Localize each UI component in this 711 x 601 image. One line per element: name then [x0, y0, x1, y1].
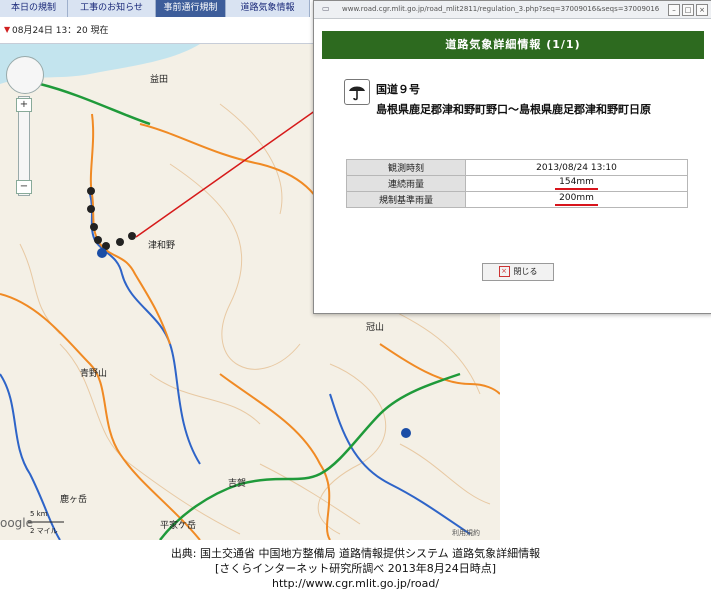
caption-line-2: [さくらインターネット研究所調べ 2013年8月24日時点] — [214, 562, 497, 575]
pan-control[interactable] — [6, 56, 44, 94]
popup-title: 道路気象詳細情報 (1/1) — [322, 31, 704, 59]
tab-today-regulation[interactable]: 本日の規制 — [0, 0, 68, 17]
map-label-heikegatake: 平家ケ岳 — [160, 521, 197, 531]
route-shield-icon — [401, 428, 411, 438]
tab-advance-regulation[interactable]: 事前通行規制 — [156, 0, 226, 17]
minimize-icon[interactable]: – — [668, 4, 680, 16]
map-label-masuda: 益田 — [150, 75, 169, 85]
observation-table: 観測時刻 2013/08/24 13:10 連続雨量 154mm 規制基準雨量 … — [346, 159, 688, 208]
scale-mi: 2 マイル — [30, 527, 58, 535]
tab-bar: 本日の規制 工事のお知らせ 事前通行規制 道路気象情報 — [0, 0, 310, 17]
umbrella-icon — [344, 79, 370, 105]
tab-construction-notice[interactable]: 工事のお知らせ — [68, 0, 156, 17]
window-controls: – □ × — [668, 4, 708, 16]
triangle-down-icon: ▼ — [4, 25, 11, 34]
timestamp-label: 08月24日 13：20 現在 — [12, 26, 109, 36]
address-url[interactable]: www.road.cgr.mlit.go.jp/road_mlit2811/re… — [342, 5, 659, 13]
regulation-rainfall-value: 200mm — [555, 193, 598, 206]
page-icon: ▭ — [322, 4, 330, 13]
table-row: 観測時刻 2013/08/24 13:10 — [346, 159, 688, 176]
close-button[interactable]: × 閉じる — [482, 263, 554, 281]
close-window-icon[interactable]: × — [696, 4, 708, 16]
observation-time-value: 2013/08/24 13:10 — [465, 159, 688, 176]
close-button-label: 閉じる — [513, 267, 538, 276]
terms-link[interactable]: 利用規約 — [452, 528, 480, 538]
address-bar[interactable]: ▭ www.road.cgr.mlit.go.jp/road_mlit2811/… — [314, 1, 711, 19]
map-label-aonoyama: 青野山 — [80, 369, 108, 379]
weather-detail-window: ▭ www.road.cgr.mlit.go.jp/road_mlit2811/… — [313, 0, 711, 314]
maximize-icon[interactable]: □ — [682, 4, 694, 16]
source-caption: 出典: 国土交通省 中国地方整備局 道路情報提供システム 道路気象詳細情報 [さ… — [0, 546, 711, 591]
map-label-yoshika: 吉賀 — [228, 479, 247, 489]
table-row: 連続雨量 154mm — [346, 175, 688, 192]
map-logo: oogle — [0, 516, 34, 530]
continuous-rainfall-label: 連続雨量 — [346, 175, 466, 192]
tab-road-weather[interactable]: 道路気象情報 — [226, 0, 310, 17]
close-x-icon: × — [498, 266, 510, 277]
zoom-in-button[interactable]: + — [16, 98, 32, 112]
map-label-tsuwano: 津和野 — [148, 241, 176, 251]
caption-url[interactable]: http://www.cgr.mlit.go.jp/road/ — [0, 576, 711, 591]
regulation-rainfall-label: 規制基準雨量 — [346, 191, 466, 208]
route-shield-icon — [97, 248, 107, 258]
observation-time-label: 観測時刻 — [346, 159, 466, 176]
table-row: 規制基準雨量 200mm — [346, 191, 688, 208]
continuous-rainfall-value: 154mm — [555, 177, 598, 190]
caption-line-1: 出典: 国土交通省 中国地方整備局 道路情報提供システム 道路気象詳細情報 — [170, 547, 541, 560]
continuous-rainfall-cell: 154mm — [465, 175, 688, 192]
scale-km: 5 km — [30, 510, 48, 518]
route-location: 島根県鹿足郡津和野町野口～島根県鹿足郡津和野町日原 — [376, 103, 651, 116]
map-label-kanmuriyama: 冠山 — [366, 323, 385, 333]
regulation-rainfall-cell: 200mm — [465, 191, 688, 208]
timestamp-bar: ▼ 08月24日 13：20 現在 — [0, 17, 320, 44]
map-label-shikagatake: 鹿ヶ岳 — [60, 495, 88, 505]
route-name: 国道９号 — [376, 83, 420, 96]
umbrella-markers — [87, 187, 136, 250]
zoom-out-button[interactable]: − — [16, 180, 32, 194]
